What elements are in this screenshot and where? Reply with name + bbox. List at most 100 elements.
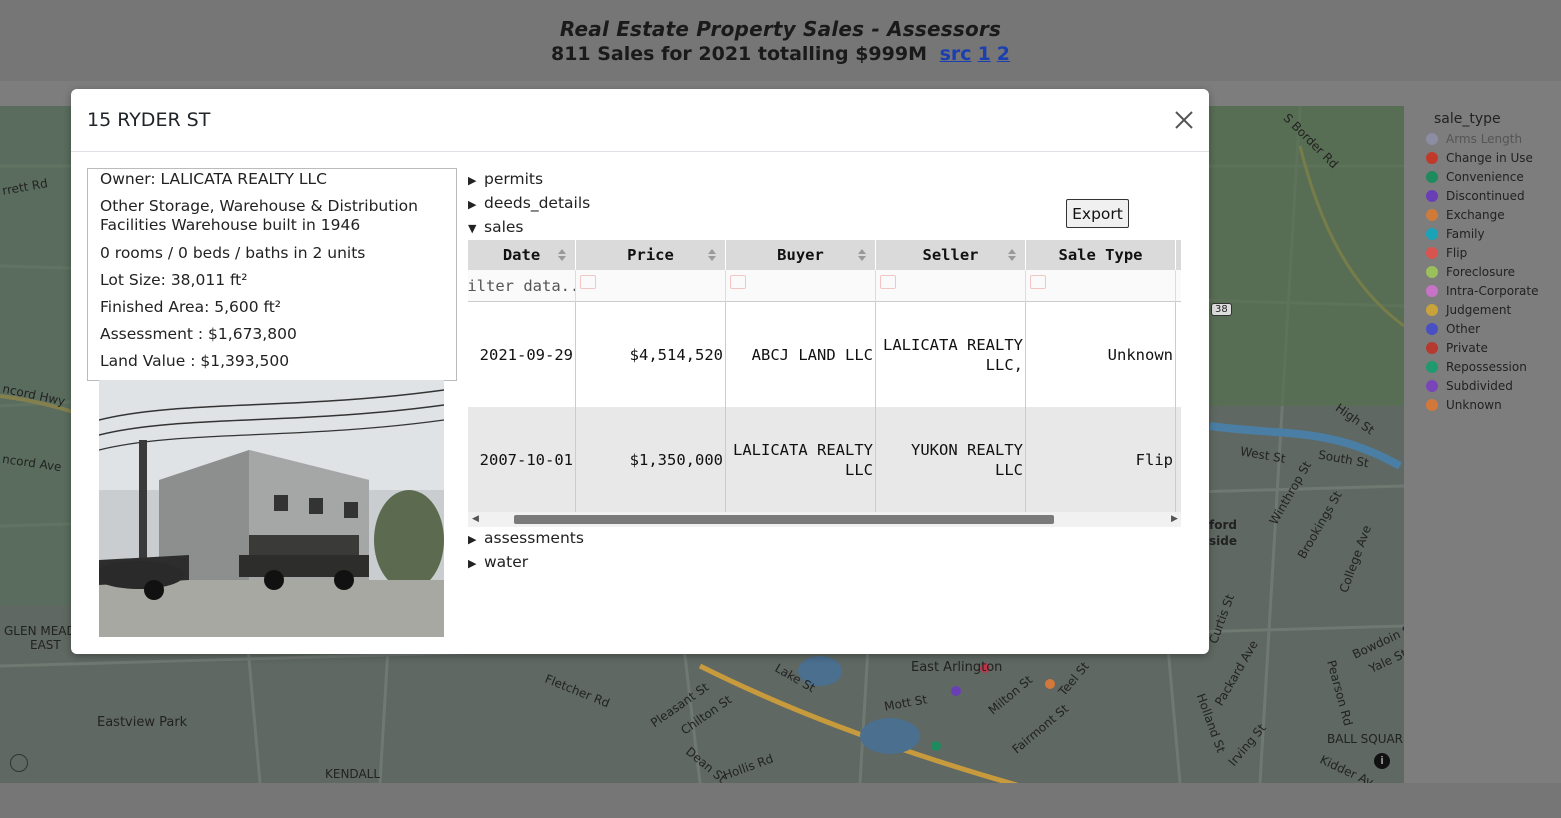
horizontal-scrollbar[interactable]: ◀ ▶ [468, 512, 1181, 527]
section-deeds-details[interactable]: ▶ deeds_details [468, 194, 590, 212]
caret-right-icon: ▶ [468, 533, 477, 546]
legend-item[interactable]: Intra-Corporate [1426, 284, 1539, 298]
table-cell[interactable]: YUKON REALTY LLC [876, 407, 1026, 512]
legend-item[interactable]: Other [1426, 322, 1480, 336]
column-header-seller[interactable]: Seller [876, 240, 1026, 270]
sales-table: Date Price Buyer Seller Sale Type Filter… [468, 240, 1181, 526]
filter-icon [730, 275, 746, 289]
legend-item[interactable]: Subdivided [1426, 379, 1513, 393]
filter-date[interactable]: Filter data... [468, 270, 576, 302]
header-label: Seller [922, 246, 979, 264]
section-label: permits [484, 170, 544, 188]
legend-swatch [1426, 228, 1438, 240]
table-cell[interactable]: LALICATA REALTY LLC, [876, 302, 1026, 407]
export-button[interactable]: Export [1066, 199, 1129, 228]
legend-item[interactable]: Private [1426, 341, 1488, 355]
legend-item[interactable]: Family [1426, 227, 1485, 241]
section-label: sales [484, 218, 524, 236]
property-info-panel: Owner: LALICATA REALTY LLC Other Storage… [87, 168, 457, 381]
use-text-line1: Other Storage, Warehouse & Distribution [100, 197, 418, 215]
legend-swatch [1426, 133, 1438, 145]
column-header-overflow [1176, 240, 1181, 270]
section-water[interactable]: ▶ water [468, 553, 528, 571]
caret-right-icon: ▶ [468, 198, 477, 211]
column-header-price[interactable]: Price [576, 240, 726, 270]
filter-seller[interactable] [876, 270, 1026, 302]
legend-item[interactable]: Change in Use [1426, 151, 1533, 165]
modal-title: 15 RYDER ST [87, 109, 211, 131]
table-cell[interactable]: LALICATA REALTY LLC [726, 407, 876, 512]
property-modal: 15 RYDER ST Owner: LALICATA REALTY LLC O… [71, 89, 1209, 654]
owner-text: Owner: LALICATA REALTY LLC [100, 170, 327, 188]
section-sales[interactable]: ▼ sales [468, 218, 524, 236]
legend-label: Change in Use [1446, 151, 1533, 165]
legend-swatch [1426, 304, 1438, 316]
link-1[interactable]: 1 [978, 43, 991, 65]
section-assessments[interactable]: ▶ assessments [468, 529, 584, 547]
legend-item[interactable]: Unknown [1426, 398, 1502, 412]
legend-item[interactable]: Judgement [1426, 303, 1511, 317]
legend-item[interactable]: Arms Length [1426, 132, 1522, 146]
sort-icon[interactable] [857, 248, 867, 262]
legend-item[interactable]: Exchange [1426, 208, 1505, 222]
column-header-date[interactable]: Date [468, 240, 576, 270]
footer-bar [0, 783, 1561, 818]
legend-item[interactable]: Foreclosure [1426, 265, 1516, 279]
legend-label: Discontinued [1446, 189, 1525, 203]
legend-item[interactable]: Convenience [1426, 170, 1524, 184]
legend-label: Subdivided [1446, 379, 1513, 393]
section-label: deeds_details [484, 194, 591, 212]
legend-swatch [1426, 380, 1438, 392]
table-cell[interactable]: Unknown [1026, 302, 1176, 407]
table-cell[interactable]: ABCJ LAND LLC [726, 302, 876, 407]
scroll-right-icon[interactable]: ▶ [1171, 514, 1178, 524]
sort-icon[interactable] [707, 248, 717, 262]
info-icon[interactable]: i [1374, 753, 1390, 769]
legend-item[interactable]: Repossession [1426, 360, 1527, 374]
legend-label: Intra-Corporate [1446, 284, 1539, 298]
src-link[interactable]: src [940, 43, 972, 65]
legend-label: Flip [1446, 246, 1468, 260]
lot-size-text: Lot Size: 38,011 ft² [100, 271, 248, 289]
legend-title: sale_type [1434, 111, 1501, 127]
close-button[interactable] [1171, 107, 1197, 133]
column-header-sale-type[interactable]: Sale Type [1026, 240, 1176, 270]
mapbox-logo-icon[interactable] [10, 754, 28, 772]
cell-text: Unknown [1107, 345, 1173, 364]
legend-label: Repossession [1446, 360, 1527, 374]
page-subtitle: 811 Sales for 2021 totalling $999M src 1 2 [0, 43, 1561, 65]
close-icon[interactable] [1171, 107, 1197, 133]
section-permits[interactable]: ▶ permits [468, 170, 543, 188]
link-2[interactable]: 2 [997, 43, 1010, 65]
filter-buyer[interactable] [726, 270, 876, 302]
cell-text: Flip [1135, 450, 1173, 469]
map-label: BALL SQUARE [1327, 732, 1404, 746]
cell-text: 2007-10-01 [479, 450, 573, 469]
scroll-left-icon[interactable]: ◀ [472, 514, 479, 524]
legend-label: Convenience [1446, 170, 1524, 184]
filter-sale-type[interactable] [1026, 270, 1176, 302]
table-cell[interactable]: 2021-09-29 [468, 302, 576, 407]
scrollbar-thumb[interactable] [514, 515, 1054, 524]
table-cell[interactable]: 2007-10-01 [468, 407, 576, 512]
sort-icon[interactable] [1007, 248, 1017, 262]
legend-swatch [1426, 361, 1438, 373]
legend-swatch [1426, 266, 1438, 278]
table-cell[interactable]: Flip [1026, 407, 1176, 512]
map-label: Eastview Park [97, 715, 188, 730]
legend-item[interactable]: Flip [1426, 246, 1468, 260]
legend-label: Private [1446, 341, 1488, 355]
legend-item[interactable]: Discontinued [1426, 189, 1525, 203]
legend-label: Foreclosure [1446, 265, 1516, 279]
sort-icon[interactable] [557, 248, 567, 262]
table-cell[interactable]: $4,514,520 [576, 302, 726, 407]
map-label: East Arlington [911, 660, 1003, 675]
cell-text: LALICATA REALTY LLC [733, 440, 873, 479]
cell-text: YUKON REALTY LLC [911, 440, 1023, 479]
rooms-text: 0 rooms / 0 beds / baths in 2 units [100, 244, 366, 262]
legend-swatch [1426, 342, 1438, 354]
legend-swatch [1426, 171, 1438, 183]
table-cell[interactable]: $1,350,000 [576, 407, 726, 512]
filter-price[interactable] [576, 270, 726, 302]
column-header-buyer[interactable]: Buyer [726, 240, 876, 270]
